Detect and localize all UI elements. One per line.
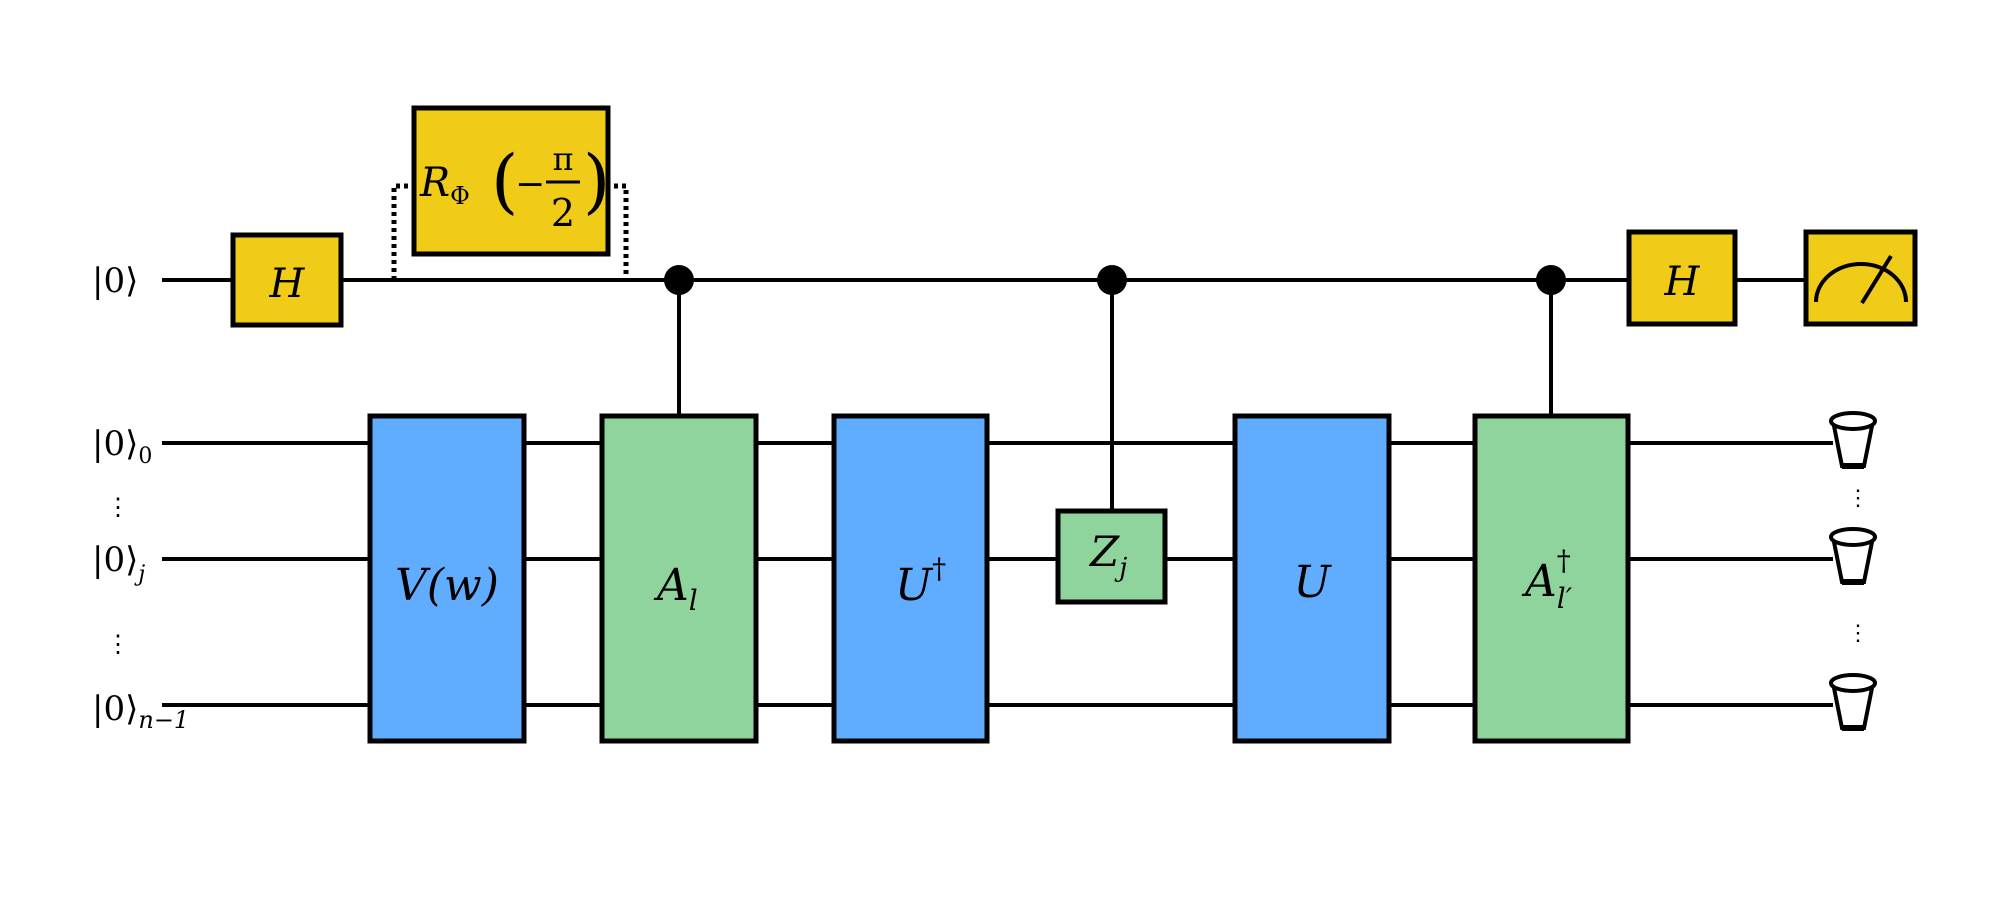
- v-gate: V(w): [367, 413, 527, 744]
- phase-gate-dotted-bracket-left: [391, 183, 414, 280]
- phase-gate-denominator: 2: [551, 191, 575, 235]
- v-gate-label: V(w): [395, 560, 499, 611]
- register-label-n-1-sub: n−1: [138, 706, 189, 734]
- measurement-gate: [1803, 229, 1918, 327]
- hadamard-gate-last-label: H: [1664, 259, 1701, 305]
- hadamard-gate-first-label: H: [269, 261, 306, 307]
- register-label-j-ket: |0⟩: [92, 540, 138, 580]
- control-dot-z-j: [1097, 265, 1127, 295]
- ellipsis-left-2: ⋮: [106, 630, 130, 658]
- register-label-0-ket: |0⟩: [92, 424, 138, 464]
- controls: [664, 265, 1566, 510]
- register-label-0-sub: 0: [138, 444, 152, 469]
- quantum-circuit-diagram: |0⟩ |0⟩0 ⋮ |0⟩j ⋮ |0⟩n−1 H RΦ ( − π 2 ): [92, 105, 1918, 744]
- phase-gate-numerator: π: [552, 140, 573, 178]
- u-dagger-gate: U†: [831, 413, 990, 744]
- trash-bucket-icon: [1829, 411, 1877, 469]
- register-label-n-1-ket: |0⟩: [92, 689, 138, 729]
- phase-gate-close-paren: ): [583, 140, 610, 222]
- qubit-labels: |0⟩ |0⟩0 ⋮ |0⟩j ⋮ |0⟩n−1: [92, 261, 189, 734]
- a-dagger-gate: A† l′: [1472, 413, 1631, 744]
- z-j-gate: Zj: [1055, 508, 1168, 605]
- ellipsis-left-1: ⋮: [106, 493, 130, 521]
- control-dot-a-l: [664, 265, 694, 295]
- ellipsis-right-2: ⋮: [1847, 621, 1869, 646]
- control-dot-a-dagger: [1536, 265, 1566, 295]
- trash-bucket-icon: [1829, 673, 1877, 731]
- hadamard-gate-first: H: [230, 232, 344, 328]
- ellipsis-right-1: ⋮: [1847, 486, 1869, 511]
- u-gate-label: U: [1293, 557, 1332, 608]
- register-label-0: |0⟩0: [92, 424, 152, 469]
- u-gate: U: [1232, 413, 1392, 744]
- discards: ⋮ ⋮: [1829, 411, 1877, 731]
- phase-gate-minus: −: [515, 164, 545, 205]
- phase-gate: RΦ ( − π 2 ): [391, 105, 629, 280]
- trash-bucket-icon: [1829, 527, 1877, 585]
- register-label-n-1: |0⟩n−1: [92, 689, 189, 734]
- hadamard-gate-last: H: [1626, 229, 1738, 327]
- a-l-gate: Al: [599, 413, 759, 744]
- register-label-j: |0⟩j: [92, 540, 145, 587]
- ancilla-label: |0⟩: [92, 261, 138, 301]
